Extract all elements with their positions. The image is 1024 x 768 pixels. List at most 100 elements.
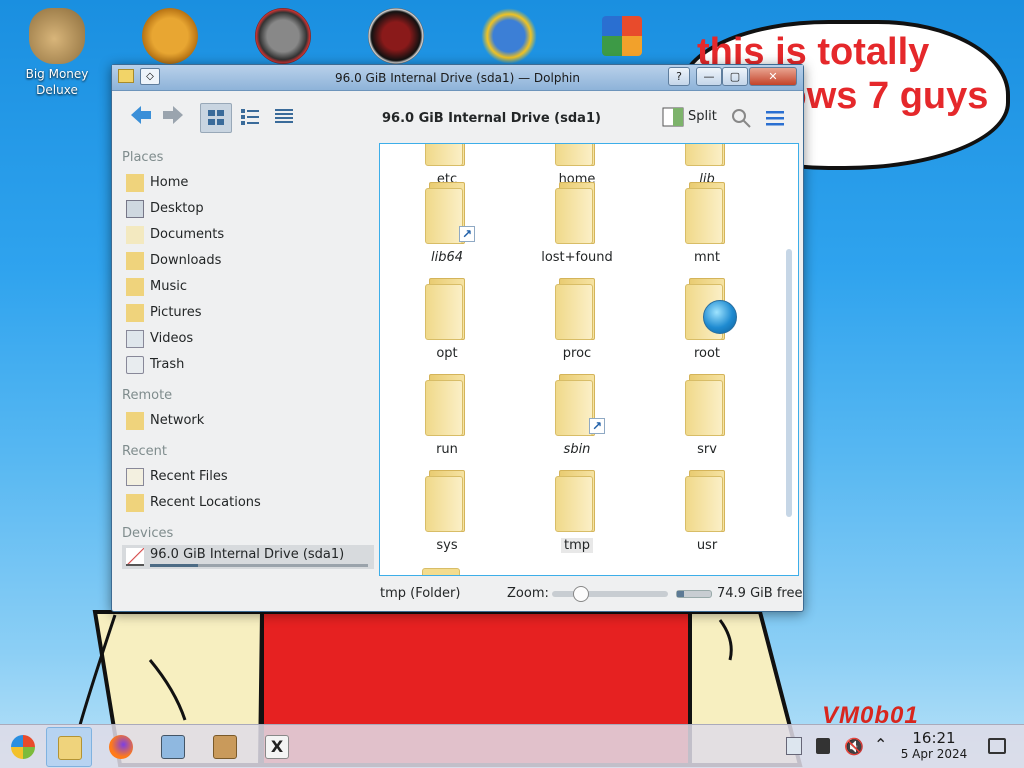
folder-icon — [685, 144, 729, 166]
desktop-icon-when-some[interactable] — [125, 8, 215, 64]
maximize-button[interactable]: ▢ — [722, 67, 748, 86]
place-recent-locations[interactable]: Recent Locations — [122, 491, 374, 515]
folder-name: sys — [436, 538, 458, 553]
place-network[interactable]: Network — [122, 409, 374, 433]
file-view[interactable]: etc home lib ↗ lib64 lost+found mnt opt proc root… — [379, 143, 799, 576]
back-button[interactable] — [128, 103, 156, 133]
volume-muted-icon[interactable]: 🔇 — [844, 737, 864, 756]
money-bag-icon — [29, 8, 85, 64]
recent-files-icon — [126, 468, 144, 486]
vertical-scrollbar[interactable] — [786, 249, 792, 517]
folder-item[interactable]: mnt — [652, 182, 762, 265]
folder-item[interactable]: lib — [652, 144, 762, 187]
folder-item[interactable]: ↗ sbin — [522, 374, 632, 457]
monitor-icon — [161, 735, 185, 759]
desktop-icon-kevinblast[interactable] — [464, 8, 554, 64]
zoom-slider[interactable] — [552, 586, 668, 602]
desktop-icon-kevinoffice[interactable] — [577, 8, 667, 56]
hamburger-menu-icon — [766, 111, 784, 126]
folder-item[interactable]: sys — [392, 470, 502, 553]
clock[interactable]: 16:21 5 Apr 2024 — [896, 730, 972, 762]
folder-item[interactable]: ↗ lib64 — [392, 182, 502, 265]
search-button[interactable] — [730, 103, 756, 133]
details-view-button[interactable] — [270, 103, 300, 133]
videos-icon — [126, 330, 144, 348]
place-recent-files[interactable]: Recent Files — [122, 465, 374, 489]
gear-icon — [142, 8, 198, 64]
desktop-folder-icon — [126, 200, 144, 218]
folder-item[interactable]: root — [652, 278, 762, 361]
globe-icon — [481, 8, 537, 64]
close-button[interactable]: ✕ — [749, 67, 797, 86]
place-videos[interactable]: Videos — [122, 327, 374, 351]
folder-name: lost+found — [541, 250, 613, 265]
zoom-label: Zoom: — [507, 586, 549, 601]
dolphin-window: ◇ 96.0 GiB Internal Drive (sda1) — Dolph… — [111, 64, 804, 612]
forward-button[interactable] — [160, 103, 188, 133]
split-view-icon — [662, 107, 684, 127]
tray-clipboard-icon[interactable] — [786, 737, 802, 755]
folder-item[interactable]: proc — [522, 278, 632, 361]
search-icon — [732, 109, 751, 128]
place-downloads[interactable]: Downloads — [122, 249, 374, 273]
pictures-icon — [126, 304, 144, 322]
compact-view-icon — [241, 109, 259, 125]
documents-icon — [126, 226, 144, 244]
split-button[interactable]: Split — [662, 103, 722, 133]
place-music[interactable]: Music — [122, 275, 374, 299]
folder-name: opt — [436, 346, 458, 361]
folder-item[interactable]: srv — [652, 374, 762, 457]
taskbar-x-app[interactable]: X — [254, 727, 300, 767]
compact-view-button[interactable] — [236, 103, 266, 133]
device-internal-drive[interactable]: 96.0 GiB Internal Drive (sda1) — [122, 545, 374, 569]
tray-expand-icon[interactable]: ⌃ — [874, 735, 887, 754]
folder-icon — [555, 182, 599, 244]
desktop-icon-papers-please[interactable] — [351, 8, 441, 64]
folder-icon — [555, 144, 599, 166]
tray-notes-icon[interactable] — [816, 738, 830, 754]
taskbar-package-manager[interactable] — [202, 727, 248, 767]
split-label: Split — [688, 109, 717, 124]
folder-icon — [685, 182, 729, 244]
folder-name: mnt — [694, 250, 720, 265]
arrow-left-icon — [131, 106, 151, 124]
zoom-slider-handle[interactable] — [573, 586, 589, 602]
taskbar-dolphin[interactable] — [46, 727, 92, 767]
desktop-icon-big-money[interactable]: Big Money Deluxe — [12, 8, 102, 98]
start-button[interactable] — [0, 727, 46, 767]
taskbar-firefox[interactable] — [98, 727, 144, 767]
help-button[interactable]: ? — [668, 67, 690, 86]
clock-time: 16:21 — [912, 729, 956, 747]
clock-date: 5 Apr 2024 — [900, 747, 968, 761]
taskbar-system-settings[interactable] — [150, 727, 196, 767]
folder-item[interactable]: usr — [652, 470, 762, 553]
folder-icon — [555, 278, 599, 340]
folder-item[interactable]: home — [522, 144, 632, 187]
hamburger-menu-button[interactable] — [764, 103, 790, 133]
folder-item[interactable]: lost+found — [522, 182, 632, 265]
folder-item[interactable]: tmp — [522, 470, 632, 553]
icons-view-button[interactable] — [200, 103, 232, 133]
place-home[interactable]: Home — [122, 171, 374, 195]
desktop-icon-kevin-pc[interactable] — [238, 8, 328, 64]
folder-item[interactable]: run — [392, 374, 502, 457]
place-pictures[interactable]: Pictures — [122, 301, 374, 325]
home-folder-icon — [126, 174, 144, 192]
show-desktop-icon[interactable] — [988, 738, 1006, 754]
package-icon — [213, 735, 237, 759]
minimize-button[interactable]: — — [696, 67, 722, 86]
section-places: Places — [122, 150, 164, 165]
place-trash[interactable]: Trash — [122, 353, 374, 377]
window-titlebar[interactable]: ◇ 96.0 GiB Internal Drive (sda1) — Dolph… — [112, 65, 803, 91]
folder-item[interactable]: opt — [392, 278, 502, 361]
folder-name: usr — [696, 538, 718, 553]
folder-name: proc — [562, 346, 592, 361]
folder-item[interactable]: etc — [392, 144, 502, 187]
place-desktop[interactable]: Desktop — [122, 197, 374, 221]
place-documents[interactable]: Documents — [122, 223, 374, 247]
status-bar: tmp (Folder) Zoom: 74.9 GiB free — [112, 580, 803, 608]
trash-icon — [126, 356, 144, 374]
section-recent: Recent — [122, 444, 167, 459]
folder-icon: ↗ — [425, 182, 475, 244]
details-view-icon — [275, 109, 293, 123]
